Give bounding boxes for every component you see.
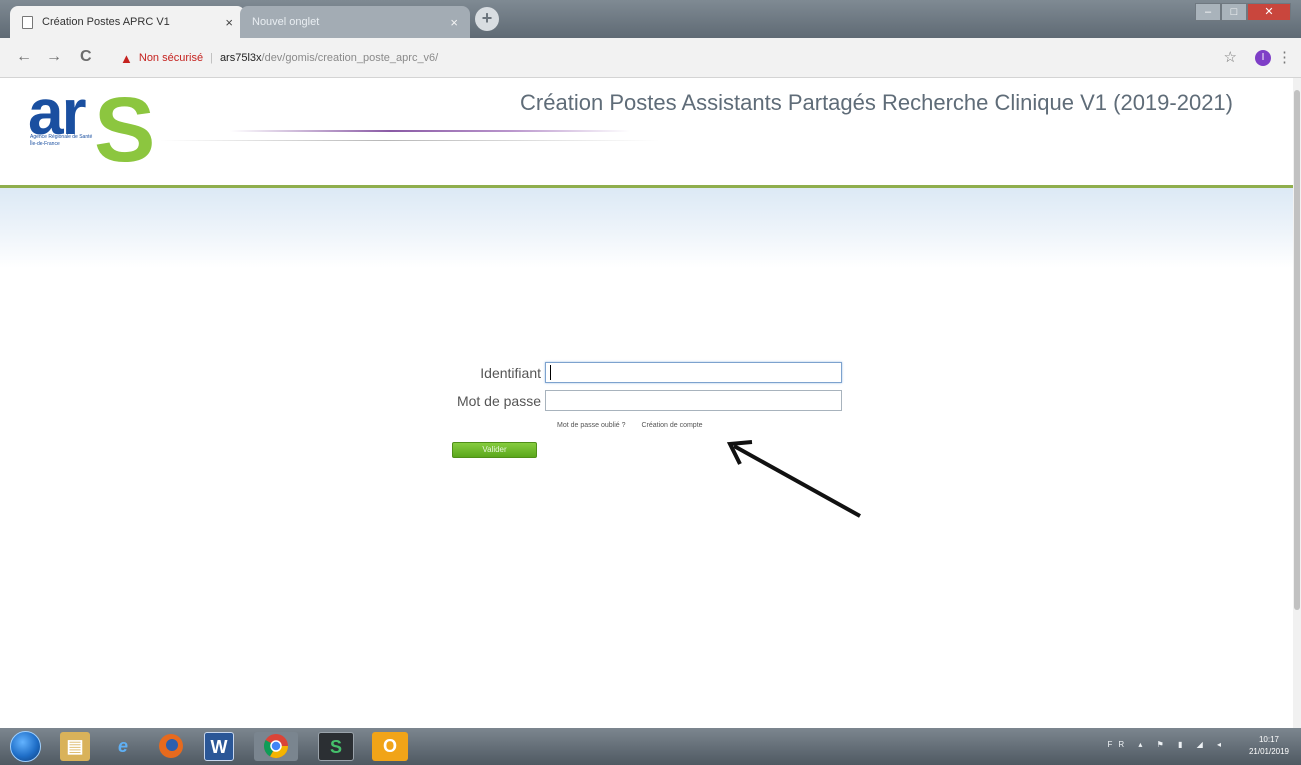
bookmark-star-icon[interactable]: ☆ xyxy=(1224,48,1237,66)
system-clock[interactable]: 10:17 21/01/2019 xyxy=(1249,734,1289,758)
tab-nouvel-onglet[interactable]: Nouvel onglet × xyxy=(240,6,470,38)
forgot-password-link[interactable]: Mot de passe oublié ? xyxy=(557,422,626,429)
close-window-button[interactable]: ✕ xyxy=(1247,3,1291,21)
word-icon[interactable]: W xyxy=(204,732,234,761)
tab-title: Nouvel onglet xyxy=(252,16,320,28)
header-banner xyxy=(0,188,1293,268)
back-arrow-icon[interactable]: ← xyxy=(16,48,32,66)
identifiant-label: Identifiant xyxy=(480,364,541,381)
tab-title: Création Postes APRC V1 xyxy=(42,16,170,28)
profile-avatar[interactable]: I xyxy=(1255,50,1271,66)
tab-close-icon[interactable]: × xyxy=(450,15,458,30)
firefox-icon[interactable] xyxy=(156,732,186,761)
start-button[interactable] xyxy=(10,731,41,762)
minimize-button[interactable]: – xyxy=(1195,3,1221,21)
tab-creation-postes[interactable]: Création Postes APRC V1 × xyxy=(10,6,245,38)
language-indicator[interactable]: FR xyxy=(1107,740,1130,749)
reload-icon[interactable]: C xyxy=(80,48,92,66)
new-tab-button[interactable]: + xyxy=(475,7,499,31)
browser-tabstrip: Création Postes APRC V1 × Nouvel onglet … xyxy=(0,0,1301,38)
address-bar[interactable]: ▲ Non sécurisé | ars75l3x /dev/gomis/cre… xyxy=(120,48,438,68)
text-cursor xyxy=(550,365,551,380)
password-label: Mot de passe xyxy=(456,392,541,409)
maximize-button[interactable]: □ xyxy=(1221,3,1247,21)
password-row: Mot de passe xyxy=(300,390,842,411)
browser-toolbar: ← → C ▲ Non sécurisé | ars75l3x /dev/gom… xyxy=(0,38,1301,78)
security-warning[interactable]: Non sécurisé xyxy=(139,52,203,64)
system-tray[interactable]: FR ▴ ⚑ ▮ ◢ ◂ xyxy=(1107,740,1227,749)
s-app-icon[interactable]: S xyxy=(318,732,354,761)
identifiant-input[interactable] xyxy=(545,362,842,383)
logo-s: S xyxy=(94,79,156,181)
annotation-arrow xyxy=(726,440,861,518)
decorative-line xyxy=(230,130,630,132)
decorative-line xyxy=(160,140,660,141)
logo-caption: Agence Régionale de Santé Île-de-France xyxy=(30,134,93,147)
window-controls: – □ ✕ xyxy=(1195,3,1291,21)
clock-date: 21/01/2019 xyxy=(1248,747,1289,756)
explorer-icon[interactable]: ▤ xyxy=(60,732,90,761)
warning-icon: ▲ xyxy=(120,50,133,66)
forward-arrow-icon[interactable]: → xyxy=(46,48,62,66)
windows-taskbar: ▤ e W S O FR ▴ ⚑ ▮ ◢ ◂ 10:17 21/01/2019 xyxy=(0,728,1301,765)
validate-button[interactable]: Valider xyxy=(452,442,537,458)
internet-explorer-icon[interactable]: e xyxy=(108,732,138,761)
identifiant-row: Identifiant xyxy=(300,362,842,383)
url-separator: | xyxy=(210,52,213,64)
ars-logo[interactable]: ar S Agence Régionale de Santé Île-de-Fr… xyxy=(28,76,168,176)
chrome-icon[interactable] xyxy=(254,732,298,761)
account-links: Mot de passe oublié ? Création de compte xyxy=(557,422,717,429)
web-page: ar S Agence Régionale de Santé Île-de-Fr… xyxy=(0,76,1301,728)
outlook-icon[interactable]: O xyxy=(372,732,408,761)
create-account-link[interactable]: Création de compte xyxy=(641,422,702,429)
page-icon xyxy=(22,15,33,29)
browser-menu-icon[interactable]: ⋮ xyxy=(1277,48,1292,66)
clock-time: 10:17 xyxy=(1258,735,1279,744)
scrollbar-thumb[interactable] xyxy=(1294,90,1300,610)
url-path: /dev/gomis/creation_poste_aprc_v6/ xyxy=(261,52,439,64)
page-scrollbar[interactable] xyxy=(1293,78,1301,728)
page-title: Création Postes Assistants Partagés Rech… xyxy=(520,90,1233,115)
tab-close-icon[interactable]: × xyxy=(225,15,233,30)
password-input[interactable] xyxy=(545,390,842,411)
url-host: ars75l3x xyxy=(219,52,262,64)
